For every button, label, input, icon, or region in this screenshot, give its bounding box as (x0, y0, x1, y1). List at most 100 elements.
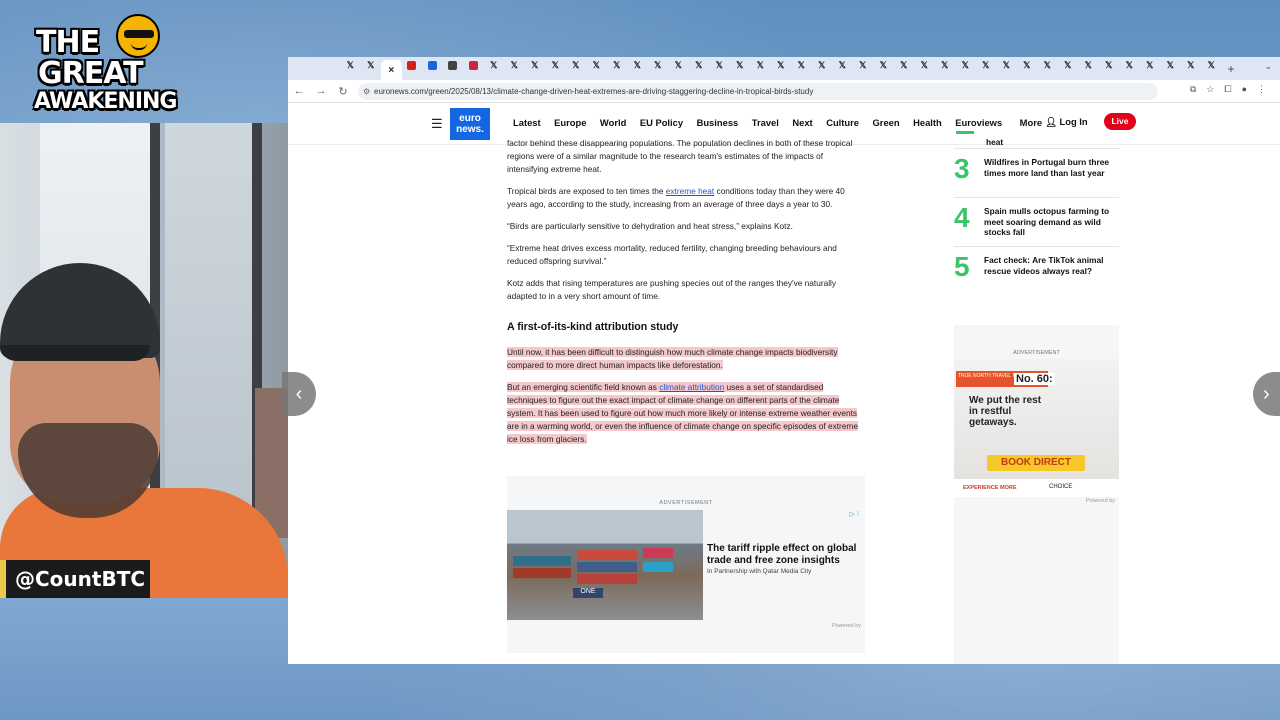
extreme-heat-link[interactable]: extreme heat (666, 186, 714, 196)
tab[interactable]: 𝕏 (894, 57, 915, 73)
tab[interactable]: 𝕏 (1201, 57, 1222, 73)
tab[interactable] (443, 57, 464, 73)
window-pane (165, 123, 255, 543)
tab[interactable]: 𝕏 (1119, 57, 1140, 73)
tab[interactable]: 𝕏 (566, 57, 587, 73)
powered-by: Powered by (1085, 498, 1115, 504)
tab[interactable]: 𝕏 (525, 57, 546, 73)
site-info-icon[interactable]: ⚙ (363, 83, 370, 100)
new-tab-button[interactable]: + (1228, 62, 1235, 76)
tab[interactable]: 𝕏 (996, 57, 1017, 73)
profile-icon[interactable]: ● (1242, 84, 1247, 95)
tab[interactable] (422, 57, 443, 73)
container-port-image[interactable]: ONE (507, 510, 703, 620)
nav-culture[interactable]: Culture (826, 117, 859, 128)
tab[interactable]: 𝕏 (935, 57, 956, 73)
favicon-icon (448, 60, 458, 70)
tab[interactable]: 𝕏 (914, 57, 935, 73)
tab[interactable]: 𝕏 (1058, 57, 1079, 73)
install-icon[interactable]: ⧉ (1190, 84, 1196, 95)
tab[interactable]: 𝕏 (504, 57, 525, 73)
tab[interactable]: 𝕏 (1160, 57, 1181, 73)
ad-copy: We put the rest in restful getaways. (969, 395, 1042, 428)
tab[interactable]: 𝕏 (832, 57, 853, 73)
nav-next[interactable]: Next (792, 117, 812, 128)
adchoices-icon[interactable]: ▷ ⁝ (849, 510, 859, 518)
tab[interactable]: 𝕏 (1099, 57, 1120, 73)
tab-search-icon[interactable]: ⌄ (1264, 61, 1272, 72)
tab[interactable]: 𝕏 (484, 57, 505, 73)
live-button[interactable]: Live (1104, 113, 1136, 130)
extensions-icon[interactable]: ⧠ (1224, 84, 1231, 95)
tab[interactable]: 𝕏 (1181, 57, 1202, 73)
nav-euroviews[interactable]: Euroviews (955, 117, 1002, 128)
tab[interactable]: 𝕏 (361, 57, 382, 73)
tab[interactable]: 𝕏 (648, 57, 669, 73)
tab[interactable]: 𝕏 (1037, 57, 1058, 73)
list-item[interactable]: heat (954, 131, 1119, 149)
nav-business[interactable]: Business (697, 117, 739, 128)
tab[interactable]: 𝕏 (812, 57, 833, 73)
hamburger-menu-icon[interactable]: ☰ (431, 116, 443, 132)
presenter-cap-brim (0, 345, 150, 361)
nav-travel[interactable]: Travel (752, 117, 779, 128)
tab[interactable]: 𝕏 (545, 57, 566, 73)
tab[interactable]: 𝕏 (771, 57, 792, 73)
tab[interactable]: 𝕏 (1017, 57, 1038, 73)
hotel-ad-image[interactable]: TRUE NORTH TRAVEL TIP No. 60: We put the… (954, 359, 1119, 497)
rank-number: 3 (954, 153, 970, 184)
tab[interactable]: 𝕏 (709, 57, 730, 73)
nav-latest[interactable]: Latest (513, 117, 541, 128)
nav-europe[interactable]: Europe (554, 117, 586, 128)
tab[interactable]: 𝕏 (1078, 57, 1099, 73)
tab[interactable]: 𝕏 (668, 57, 689, 73)
nav-eu-policy[interactable]: EU Policy (640, 117, 683, 128)
tab[interactable]: 𝕏 (607, 57, 628, 73)
paragraph: Kotz adds that rising temperatures are p… (507, 278, 837, 301)
tab[interactable]: 𝕏 (586, 57, 607, 73)
rank-number: 5 (954, 251, 970, 282)
text-segment: Tropical birds are exposed to ten times … (507, 186, 666, 196)
tab[interactable]: 𝕏 (627, 57, 648, 73)
list-item[interactable]: 3 Wildfires in Portugal burn three times… (954, 149, 1119, 198)
euronews-logo[interactable]: euro news. (450, 108, 490, 140)
article-advertisement[interactable]: ADVERTISEMENT ▷ ⁝ ONE The tariff ripple … (507, 476, 865, 653)
tab[interactable]: 𝕏 (791, 57, 812, 73)
tab-active[interactable]: × (381, 60, 402, 80)
list-item[interactable]: 5 Fact check: Are TikTok animal rescue v… (954, 247, 1119, 296)
book-direct-button[interactable]: BOOK DIRECT (987, 455, 1085, 471)
sidebar-advertisement[interactable]: ADVERTISEMENT TRUE NORTH TRAVEL TIP No. … (954, 325, 1119, 664)
url-field[interactable]: ⚙ euronews.com/green/2025/08/13/climate-… (358, 83, 1158, 100)
menu-kebab-icon[interactable]: ⋮ (1257, 84, 1266, 95)
nav-more[interactable]: More (1020, 117, 1042, 128)
climate-attribution-link[interactable]: climate attribution (659, 382, 724, 392)
tab[interactable]: 𝕏 (689, 57, 710, 73)
paragraph: “Birds are particularly sensitive to deh… (507, 221, 793, 231)
tab[interactable] (402, 57, 423, 73)
tab[interactable]: 𝕏 (955, 57, 976, 73)
nav-world[interactable]: World (600, 117, 626, 128)
back-icon[interactable]: ← (288, 85, 310, 97)
login-button[interactable]: 👤︎ Log In (1045, 116, 1088, 128)
nav-green[interactable]: Green (873, 117, 900, 128)
forward-icon[interactable]: → (310, 85, 332, 97)
login-label: Log In (1059, 116, 1088, 127)
ad-title[interactable]: The tariff ripple effect on global trade… (707, 543, 863, 567)
favicon-icon (407, 60, 417, 70)
logo-line-2: GREAT (38, 56, 144, 91)
bookmark-star-icon[interactable]: ☆ (1206, 84, 1214, 95)
tab[interactable] (463, 57, 484, 73)
tab[interactable]: 𝕏 (853, 57, 874, 73)
address-actions: ⧉ ☆ ⧠ ● ⋮ (1190, 84, 1266, 95)
tab[interactable]: 𝕏 (1140, 57, 1161, 73)
tab[interactable]: 𝕏 (750, 57, 771, 73)
tab[interactable]: 𝕏 (873, 57, 894, 73)
presenter-handle: @CountBTC (0, 560, 150, 598)
tab[interactable]: 𝕏 (340, 57, 361, 73)
reload-icon[interactable]: ↻ (332, 85, 354, 98)
tab[interactable]: 𝕏 (976, 57, 997, 73)
nav-health[interactable]: Health (913, 117, 942, 128)
tab[interactable]: 𝕏 (730, 57, 751, 73)
tab-strip: 𝕏 𝕏 × 𝕏 𝕏 𝕏 𝕏 𝕏 𝕏 𝕏 𝕏 𝕏 𝕏 𝕏 𝕏 𝕏 𝕏 𝕏 𝕏 𝕏 𝕏 𝕏 𝕏 𝕏 𝕏 𝕏 𝕏 𝕏 𝕏 𝕏 𝕏 𝕏 𝕏 𝕏 𝕏 𝕏 𝕏 𝕏 𝕏 (340, 57, 1222, 80)
list-item[interactable]: 4 Spain mulls octopus farming to meet so… (954, 198, 1119, 247)
